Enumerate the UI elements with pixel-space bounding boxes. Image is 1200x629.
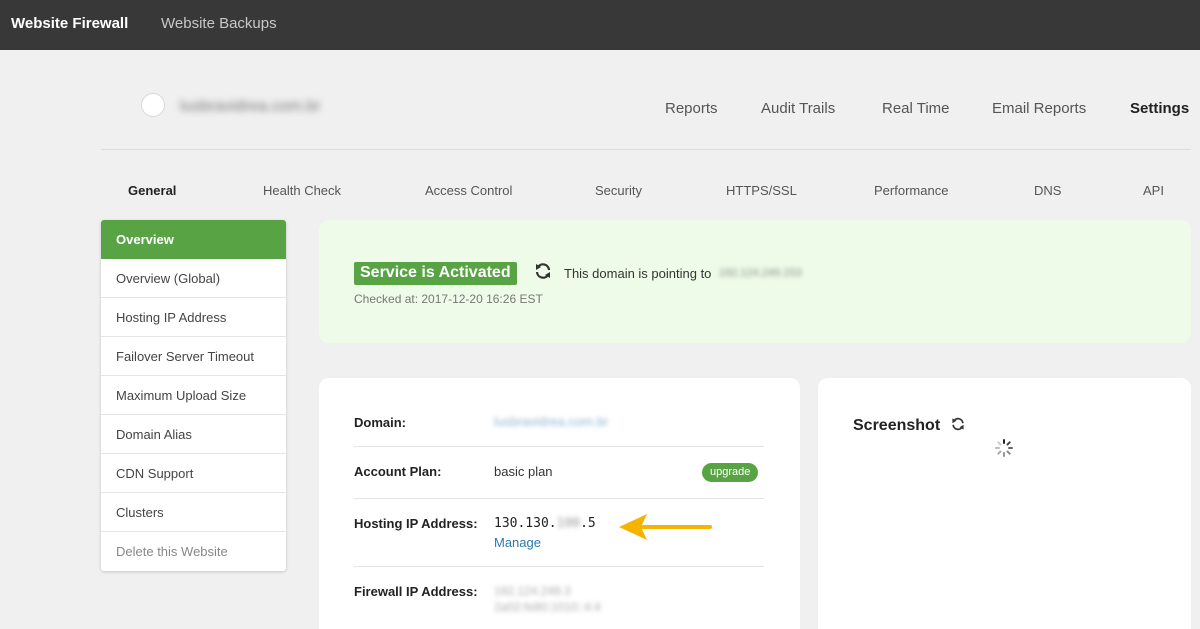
site-status-circle — [141, 93, 165, 117]
status-badge: Service is Activated — [354, 262, 517, 285]
tab-api[interactable]: API — [1143, 183, 1164, 198]
nav-real-time[interactable]: Real Time — [882, 100, 950, 117]
loading-spinner-icon — [995, 439, 1013, 457]
site-info-card: Domain: lusbravidrea.com.br Account Plan… — [319, 378, 800, 629]
refresh-icon[interactable] — [533, 261, 553, 281]
sidebar-item-domain-alias[interactable]: Domain Alias — [101, 415, 286, 454]
hosting-ip-value: 130.130.100.5 — [494, 516, 596, 531]
nav-website-backups[interactable]: Website Backups — [161, 15, 277, 32]
sidebar-item-overview[interactable]: Overview — [101, 220, 286, 259]
firewall-ip-value-1: 192.124.249.3 — [494, 584, 571, 598]
row-divider — [354, 498, 764, 499]
nav-settings[interactable]: Settings — [1130, 100, 1189, 117]
site-name: lusbravidrea.com.br — [180, 98, 321, 115]
service-status-card: Service is Activated This domain is poin… — [319, 220, 1191, 343]
sidebar-item-failover-timeout[interactable]: Failover Server Timeout — [101, 337, 286, 376]
nav-website-firewall[interactable]: Website Firewall — [11, 15, 128, 32]
sidebar-item-delete-website[interactable]: Delete this Website — [101, 532, 286, 571]
sidebar-item-cdn-support[interactable]: CDN Support — [101, 454, 286, 493]
top-bar: Website Firewall Website Backups — [0, 0, 1200, 50]
arrow-left-icon — [619, 514, 712, 540]
tab-access-control[interactable]: Access Control — [425, 183, 512, 198]
nav-email-reports[interactable]: Email Reports — [992, 100, 1086, 117]
account-plan-value: basic plan — [494, 464, 553, 479]
screenshot-card: Screenshot — [818, 378, 1191, 629]
sidebar-item-max-upload[interactable]: Maximum Upload Size — [101, 376, 286, 415]
screenshot-title: Screenshot — [853, 417, 941, 434]
pointing-text: This domain is pointing to — [564, 266, 712, 281]
sidebar-item-overview-global[interactable]: Overview (Global) — [101, 259, 286, 298]
upgrade-button[interactable]: upgrade — [702, 463, 759, 482]
tab-health-check[interactable]: Health Check — [263, 183, 341, 198]
firewall-ip-label: Firewall IP Address: — [354, 584, 478, 599]
header-divider — [101, 149, 1191, 150]
nav-audit-trails[interactable]: Audit Trails — [761, 100, 835, 117]
tab-general[interactable]: General — [128, 183, 176, 198]
sidebar-item-hosting-ip[interactable]: Hosting IP Address — [101, 298, 286, 337]
pointing-ip: 192.124.249.153 — [719, 267, 802, 279]
nav-reports[interactable]: Reports — [665, 100, 718, 117]
tab-https-ssl[interactable]: HTTPS/SSL — [726, 183, 797, 198]
checked-at: Checked at: 2017-12-20 16:26 EST — [354, 292, 543, 306]
firewall-ip-value-2: 2a02:fe80:1010::4:4 — [494, 600, 601, 614]
sidebar-item-clusters[interactable]: Clusters — [101, 493, 286, 532]
row-divider — [354, 566, 764, 567]
tab-performance[interactable]: Performance — [874, 183, 948, 198]
hosting-ip-label: Hosting IP Address: — [354, 516, 478, 531]
domain-value: lusbravidrea.com.br — [494, 414, 609, 429]
refresh-icon[interactable] — [950, 416, 966, 432]
account-plan-label: Account Plan: — [354, 464, 442, 479]
tab-dns[interactable]: DNS — [1034, 183, 1061, 198]
tab-security[interactable]: Security — [595, 183, 642, 198]
domain-label: Domain: — [354, 415, 406, 430]
manage-hosting-ip-link[interactable]: Manage — [494, 535, 541, 550]
settings-sidebar: Overview Overview (Global) Hosting IP Ad… — [101, 220, 286, 571]
row-divider — [354, 446, 764, 447]
